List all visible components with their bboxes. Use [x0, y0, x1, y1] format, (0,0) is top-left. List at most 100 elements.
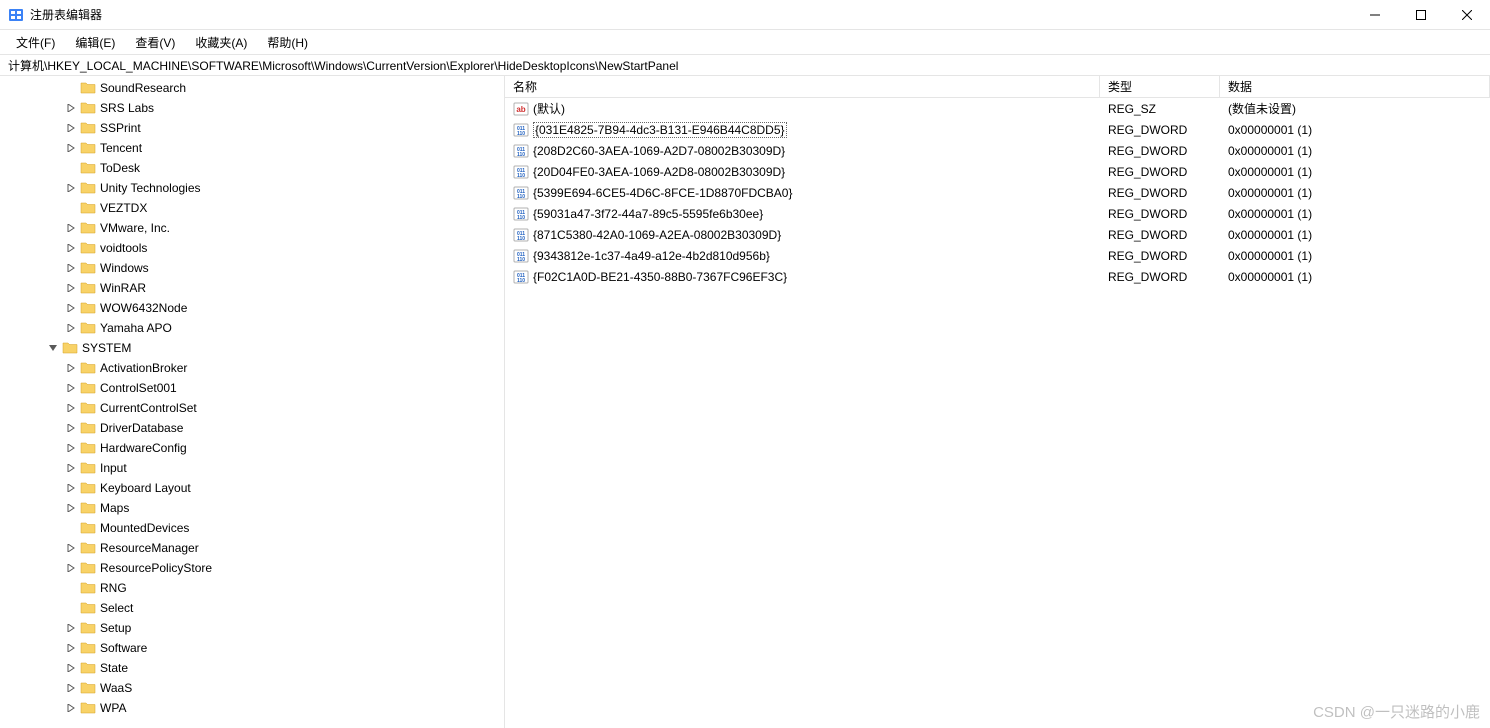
menu-file[interactable]: 文件(F) — [8, 32, 63, 53]
expand-icon[interactable] — [64, 361, 78, 375]
expand-icon[interactable] — [64, 141, 78, 155]
tree-item[interactable]: Select — [0, 598, 504, 618]
tree-item[interactable]: VMware, Inc. — [0, 218, 504, 238]
tree-item[interactable]: Yamaha APO — [0, 318, 504, 338]
tree-item[interactable]: MountedDevices — [0, 518, 504, 538]
tree-item[interactable]: Unity Technologies — [0, 178, 504, 198]
value-row[interactable]: 011110{208D2C60-3AEA-1069-A2D7-08002B303… — [505, 140, 1490, 161]
tree-item[interactable]: Input — [0, 458, 504, 478]
tree-item-label: Maps — [100, 501, 129, 515]
address-bar[interactable]: 计算机\HKEY_LOCAL_MACHINE\SOFTWARE\Microsof… — [0, 54, 1490, 76]
list-body[interactable]: ab(默认)REG_SZ(数值未设置)011110{031E4825-7B94-… — [505, 98, 1490, 728]
tree-item[interactable]: State — [0, 658, 504, 678]
value-name: {F02C1A0D-BE21-4350-88B0-7367FC96EF3C} — [533, 270, 787, 284]
value-row[interactable]: 011110{9343812e-1c37-4a49-a12e-4b2d810d9… — [505, 245, 1490, 266]
value-row[interactable]: 011110{F02C1A0D-BE21-4350-88B0-7367FC96E… — [505, 266, 1490, 287]
folder-icon — [80, 180, 96, 196]
tree-item-label: Yamaha APO — [100, 321, 172, 335]
tree-item[interactable]: RNG — [0, 578, 504, 598]
dword-value-icon: 011110 — [513, 206, 529, 222]
expand-icon[interactable] — [64, 381, 78, 395]
value-row[interactable]: 011110{871C5380-42A0-1069-A2EA-08002B303… — [505, 224, 1490, 245]
tree-item[interactable]: HardwareConfig — [0, 438, 504, 458]
expand-icon[interactable] — [64, 261, 78, 275]
column-header-data[interactable]: 数据 — [1220, 76, 1490, 97]
menu-view[interactable]: 查看(V) — [127, 32, 183, 53]
tree-item[interactable]: ResourceManager — [0, 538, 504, 558]
tree-item-label: Input — [100, 461, 127, 475]
expand-icon[interactable] — [64, 541, 78, 555]
expand-icon[interactable] — [64, 281, 78, 295]
tree-pane[interactable]: SoundResearchSRS LabsSSPrintTencent ToDes… — [0, 76, 505, 728]
tree-item[interactable]: SYSTEM — [0, 338, 504, 358]
value-row[interactable]: 011110{59031a47-3f72-44a7-89c5-5595fe6b3… — [505, 203, 1490, 224]
tree-item[interactable]: SoundResearch — [0, 78, 504, 98]
expand-icon[interactable] — [64, 641, 78, 655]
expand-icon[interactable] — [64, 701, 78, 715]
minimize-button[interactable] — [1352, 0, 1398, 30]
expand-icon[interactable] — [64, 621, 78, 635]
tree-item[interactable]: ActivationBroker — [0, 358, 504, 378]
tree-item[interactable]: WOW6432Node — [0, 298, 504, 318]
folder-icon — [80, 100, 96, 116]
svg-text:110: 110 — [517, 236, 525, 242]
tree-item[interactable]: ResourcePolicyStore — [0, 558, 504, 578]
column-header-type[interactable]: 类型 — [1100, 76, 1220, 97]
tree-item[interactable]: Keyboard Layout — [0, 478, 504, 498]
tree-item[interactable]: WaaS — [0, 678, 504, 698]
folder-icon — [80, 300, 96, 316]
value-row[interactable]: 011110{5399E694-6CE5-4D6C-8FCE-1D8870FDC… — [505, 182, 1490, 203]
expand-icon[interactable] — [64, 401, 78, 415]
expand-icon[interactable] — [64, 101, 78, 115]
menu-favorites[interactable]: 收藏夹(A) — [187, 32, 255, 53]
expand-icon[interactable] — [64, 661, 78, 675]
expand-icon[interactable] — [64, 221, 78, 235]
expand-icon[interactable] — [64, 481, 78, 495]
tree-item-label: WaaS — [100, 681, 132, 695]
expand-icon[interactable] — [64, 461, 78, 475]
expand-icon[interactable] — [64, 441, 78, 455]
tree-item[interactable]: Setup — [0, 618, 504, 638]
tree-item[interactable]: CurrentControlSet — [0, 398, 504, 418]
value-row[interactable]: 011110{031E4825-7B94-4dc3-B131-E946B44C8… — [505, 119, 1490, 140]
tree-item[interactable]: Windows — [0, 258, 504, 278]
collapse-icon[interactable] — [46, 341, 60, 355]
menu-edit[interactable]: 编辑(E) — [67, 32, 123, 53]
tree-item[interactable]: voidtools — [0, 238, 504, 258]
tree-item-label: CurrentControlSet — [100, 401, 197, 415]
menu-help[interactable]: 帮助(H) — [259, 32, 316, 53]
expand-icon[interactable] — [64, 321, 78, 335]
expand-icon[interactable] — [64, 301, 78, 315]
expand-icon — [64, 161, 78, 175]
value-row[interactable]: 011110{20D04FE0-3AEA-1069-A2D8-08002B303… — [505, 161, 1490, 182]
tree-item[interactable]: SSPrint — [0, 118, 504, 138]
expand-icon[interactable] — [64, 501, 78, 515]
tree-item[interactable]: VEZTDX — [0, 198, 504, 218]
tree-item[interactable]: Tencent — [0, 138, 504, 158]
tree-item-label: ToDesk — [100, 161, 140, 175]
expand-icon[interactable] — [64, 241, 78, 255]
expand-icon[interactable] — [64, 121, 78, 135]
tree-item[interactable]: WinRAR — [0, 278, 504, 298]
tree-item-label: Select — [100, 601, 133, 615]
svg-text:110: 110 — [517, 131, 525, 137]
expand-icon[interactable] — [64, 561, 78, 575]
tree-item[interactable]: Maps — [0, 498, 504, 518]
tree-item[interactable]: WPA — [0, 698, 504, 718]
close-button[interactable] — [1444, 0, 1490, 30]
column-header-name[interactable]: 名称 — [505, 76, 1100, 97]
folder-icon — [80, 520, 96, 536]
expand-icon[interactable] — [64, 421, 78, 435]
tree-item[interactable]: SRS Labs — [0, 98, 504, 118]
value-row[interactable]: ab(默认)REG_SZ(数值未设置) — [505, 98, 1490, 119]
tree-item[interactable]: DriverDatabase — [0, 418, 504, 438]
tree-item[interactable]: Software — [0, 638, 504, 658]
tree-item[interactable]: ControlSet001 — [0, 378, 504, 398]
expand-icon[interactable] — [64, 181, 78, 195]
value-name: {9343812e-1c37-4a49-a12e-4b2d810d956b} — [533, 249, 770, 263]
expand-icon[interactable] — [64, 681, 78, 695]
tree-item-label: VEZTDX — [100, 201, 147, 215]
tree-item[interactable]: ToDesk — [0, 158, 504, 178]
maximize-button[interactable] — [1398, 0, 1444, 30]
folder-icon — [80, 600, 96, 616]
